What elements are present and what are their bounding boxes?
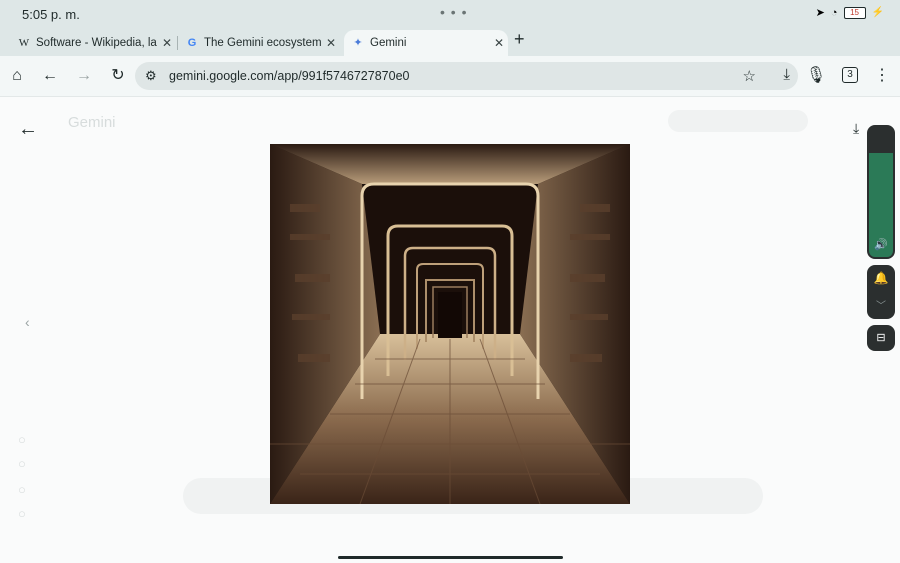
ringer-mode-panel[interactable]: 🔔 ﹀ (867, 265, 895, 319)
browser-toolbar: ⌂ ← → ↻ ⚙ gemini.google.com/app/991f5746… (0, 56, 900, 97)
volume-slider[interactable]: 🔊 (867, 125, 895, 259)
status-icons: ➤ ◔ 15 ⚡ (816, 6, 884, 19)
close-viewer-back-icon[interactable]: ← (18, 118, 38, 141)
close-icon[interactable]: ✕ (490, 36, 508, 50)
corridor-image (270, 144, 630, 504)
forward-icon[interactable]: → (72, 64, 96, 88)
charging-icon: ⚡ (871, 7, 884, 18)
previous-image-chevron-icon[interactable]: ‹ (25, 314, 30, 330)
status-bar: 5:05 p. m. • • • ➤ ◔ 15 ⚡ (0, 0, 900, 28)
faded-sidebar-icon: ○ (18, 506, 26, 521)
captions-icon[interactable]: ⊟ (867, 325, 895, 351)
bell-icon[interactable]: 🔔 (867, 271, 895, 285)
download-image-icon[interactable]: ⤓ (853, 120, 859, 137)
faded-upgrade-button (668, 110, 808, 132)
tab-gemini[interactable]: ✦ Gemini ✕ (344, 30, 508, 56)
wikipedia-favicon-icon: W (18, 37, 30, 49)
tab-title: The Gemini ecosystem - Google (204, 37, 322, 49)
tab-title: Gemini (370, 37, 407, 49)
gemini-app-title: Gemini (68, 114, 116, 131)
tab-strip: W Software - Wikipedia, la enciclopedia … (0, 28, 900, 56)
tab-wikipedia[interactable]: W Software - Wikipedia, la enciclopedia … (10, 30, 176, 56)
back-icon[interactable]: ← (38, 64, 62, 88)
url-text[interactable]: gemini.google.com/app/991f5746727870e0 (169, 69, 409, 83)
close-icon[interactable]: ✕ (158, 36, 176, 50)
tune-icon[interactable]: ⚙ (145, 68, 157, 84)
star-icon[interactable]: ☆ (743, 67, 756, 85)
google-favicon-icon: G (187, 37, 197, 49)
new-tab-button[interactable]: + (514, 29, 525, 50)
download-icon[interactable]: ⤓ (783, 66, 790, 83)
faded-sidebar-icon: ○ (18, 456, 26, 471)
generated-image[interactable] (270, 144, 630, 504)
vibrate-icon[interactable]: ﹀ (867, 297, 895, 312)
reload-icon[interactable]: ↻ (106, 64, 130, 88)
battery-icon: 15 (843, 6, 866, 19)
tab-switcher-icon[interactable]: 3 (842, 67, 858, 83)
faded-sidebar-icon: ○ (18, 432, 26, 447)
mic-icon[interactable]: 🎙 (804, 64, 828, 88)
volume-icon: 🔊 (874, 239, 888, 251)
faded-sidebar-icon: ○ (18, 482, 26, 497)
home-icon[interactable]: ⌂ (5, 64, 29, 88)
gemini-favicon-icon: ✦ (353, 37, 363, 49)
tab-title: Software - Wikipedia, la enciclopedia li… (36, 37, 158, 49)
tab-gemini-ecosystem[interactable]: G The Gemini ecosystem - Google ✕ (178, 30, 340, 56)
wifi-icon: ◔ (830, 6, 838, 19)
close-icon[interactable]: ✕ (322, 36, 340, 50)
location-icon: ➤ (815, 7, 825, 19)
menu-icon[interactable]: ⋮ (870, 64, 894, 88)
address-bar[interactable]: ⚙ gemini.google.com/app/991f5746727870e0… (135, 62, 798, 90)
gesture-home-bar[interactable] (338, 556, 563, 559)
window-handle-dots[interactable]: • • • (440, 4, 467, 20)
status-time: 5:05 p. m. (22, 7, 80, 22)
